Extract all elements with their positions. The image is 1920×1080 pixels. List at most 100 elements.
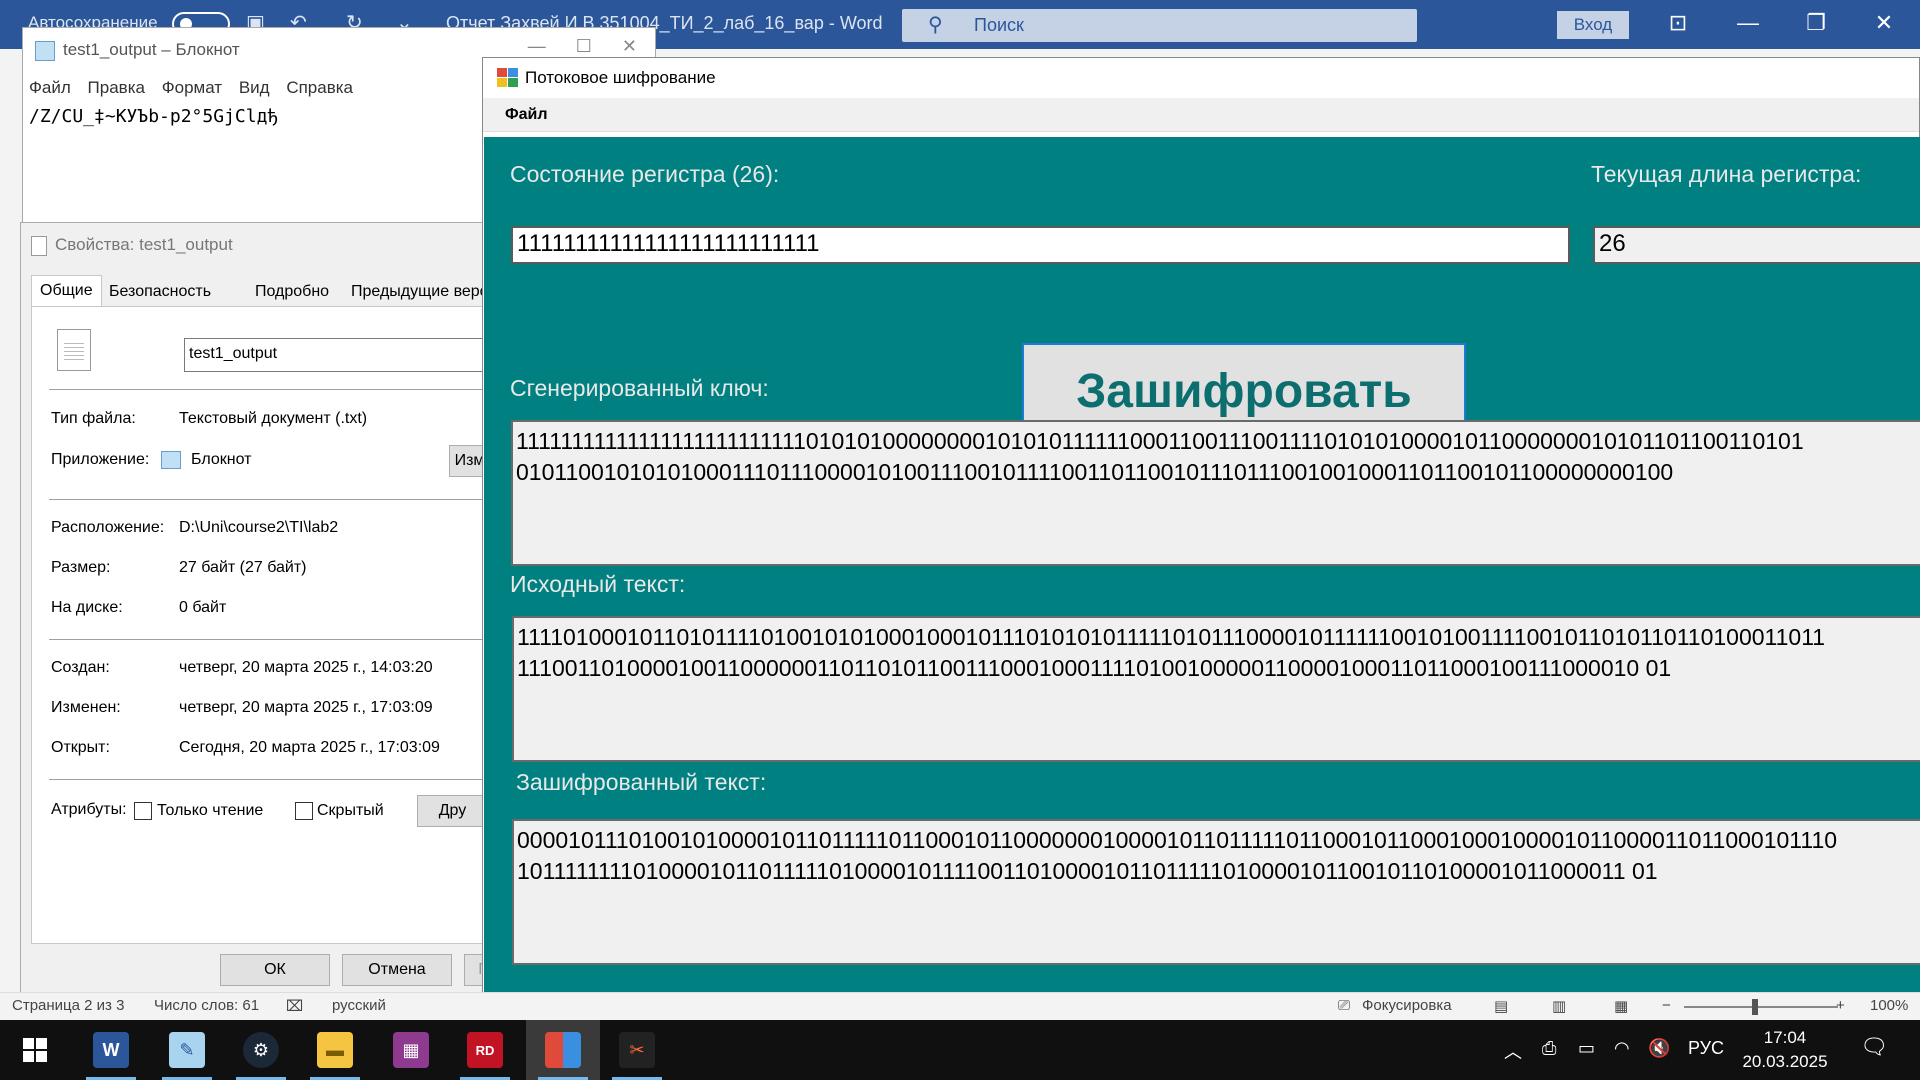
taskbar-snipping[interactable]: ✂ xyxy=(600,1020,674,1080)
zoom-slider-thumb[interactable] xyxy=(1752,999,1758,1015)
menu-file[interactable]: Файл xyxy=(29,78,71,97)
taskbar-explorer[interactable]: ▬ xyxy=(298,1020,372,1080)
app-icon xyxy=(497,68,519,88)
focus-icon[interactable]: ⎚ xyxy=(1338,997,1350,1014)
created-value: четверг, 20 марта 2025 г., 14:03:20 xyxy=(179,659,433,676)
source-label: Исходный текст: xyxy=(510,571,686,597)
source-line-1: 1111010001011010111101001010100010001011… xyxy=(517,624,1826,650)
ribbon-display-icon[interactable]: ⊡ xyxy=(1658,10,1698,36)
close-icon[interactable]: ✕ xyxy=(622,36,637,56)
minimize-icon[interactable]: — xyxy=(528,36,546,56)
notifications-icon[interactable]: 🗨 xyxy=(1860,1034,1888,1060)
notepad-icon xyxy=(35,40,55,61)
encrypted-line-2: 1011111111010000101101111101000010111100… xyxy=(517,858,1658,884)
tab-details[interactable]: Подробно xyxy=(247,277,337,307)
restore-icon[interactable]: ❐ xyxy=(1796,10,1836,36)
search-box[interactable]: ⚲ Поиск xyxy=(902,9,1417,42)
modified-label: Изменен: xyxy=(51,699,121,716)
battery-icon[interactable]: ▭ xyxy=(1578,1038,1595,1059)
encrypted-label: Зашифрованный текст: xyxy=(516,769,767,795)
taskbar-winrar[interactable]: ▦ xyxy=(374,1020,448,1080)
key-line-2: 0101100101010100011101110000101001110010… xyxy=(516,459,1674,485)
web-layout-icon[interactable]: ▦ xyxy=(1614,997,1628,1015)
close-icon[interactable]: ✕ xyxy=(1864,10,1904,36)
key-textarea[interactable]: 1111111111111111111111111101010100000000… xyxy=(511,420,1920,566)
notepad-app-icon xyxy=(161,451,181,469)
proofing-icon[interactable]: ⌧ xyxy=(286,997,303,1015)
disk-size-value: 0 байт xyxy=(179,599,227,616)
hidden-checkbox[interactable] xyxy=(295,802,313,820)
key-label: Сгенерированный ключ: xyxy=(510,375,769,401)
taskbar-stream-cipher[interactable] xyxy=(526,1020,600,1080)
start-button[interactable] xyxy=(0,1020,70,1080)
minimize-icon[interactable]: — xyxy=(1728,10,1768,36)
source-textarea[interactable]: 1111010001011010111101001010100010001011… xyxy=(512,616,1920,762)
input-language[interactable]: РУС xyxy=(1688,1038,1724,1059)
volume-muted-icon[interactable]: 🔇 xyxy=(1648,1038,1670,1059)
read-mode-icon[interactable]: ▤ xyxy=(1494,997,1508,1015)
search-placeholder: Поиск xyxy=(974,15,1024,35)
stream-cipher-app-icon xyxy=(545,1032,581,1068)
key-line-1: 1111111111111111111111111101010100000000… xyxy=(516,428,1804,454)
readonly-checkbox[interactable] xyxy=(134,802,152,820)
winrar-icon: ▦ xyxy=(393,1032,429,1068)
taskbar-word[interactable]: W xyxy=(74,1020,148,1080)
stream-cipher-window: Потоковое шифрование Файл Состояние реги… xyxy=(482,57,1920,995)
properties-title: Свойства: test1_output xyxy=(31,235,233,256)
zoom-in-icon[interactable]: + xyxy=(1836,997,1845,1014)
taskbar: W ✎ ⚙ ▬ ▦ RD ✂ ︿ ⎙ ▭ ◠ 🔇 РУС 17:04 20.03… xyxy=(0,1020,1920,1080)
wifi-icon[interactable]: ◠ xyxy=(1614,1038,1630,1059)
attributes-label: Атрибуты: xyxy=(51,801,127,818)
clock-time: 17:04 xyxy=(1763,1028,1807,1047)
word-count[interactable]: Число слов: 61 xyxy=(154,997,259,1014)
menu-help[interactable]: Справка xyxy=(286,78,353,97)
menu-format[interactable]: Формат xyxy=(162,78,222,97)
zoom-out-icon[interactable]: − xyxy=(1662,997,1671,1014)
properties-title-text: Свойства: test1_output xyxy=(55,235,233,254)
ok-button[interactable]: ОК xyxy=(220,954,330,986)
created-label: Создан: xyxy=(51,659,110,676)
register-length-field: 26 xyxy=(1593,226,1920,264)
language-indicator[interactable]: русский xyxy=(332,997,386,1014)
tab-security[interactable]: Безопасность xyxy=(101,277,219,307)
cancel-button[interactable]: Отмена xyxy=(342,954,452,986)
page-indicator[interactable]: Страница 2 из 3 xyxy=(12,997,124,1014)
focus-mode[interactable]: Фокусировка xyxy=(1362,997,1452,1014)
maximize-icon[interactable]: ☐ xyxy=(576,36,592,56)
other-attributes-button[interactable]: Дру xyxy=(417,795,487,827)
menu-edit[interactable]: Правка xyxy=(88,78,145,97)
type-value: Текстовый документ (.txt) xyxy=(179,410,368,427)
notepad-window-buttons: — ☐ ✕ xyxy=(528,36,637,57)
cipher-body: Состояние регистра (26): Текущая длина р… xyxy=(484,137,1920,995)
menu-view[interactable]: Вид xyxy=(239,78,270,97)
modified-value: четверг, 20 марта 2025 г., 17:03:09 xyxy=(179,699,433,716)
menu-file[interactable]: Файл xyxy=(505,106,548,124)
search-icon: ⚲ xyxy=(928,14,943,36)
word-status-bar: Страница 2 из 3 Число слов: 61 ⌧ русский… xyxy=(0,992,1920,1020)
location-label: Расположение: xyxy=(51,519,165,536)
encrypted-line-1: 0000101110100101000010110111110110001011… xyxy=(517,827,1838,853)
taskbar-rider[interactable]: RD xyxy=(448,1020,522,1080)
app-value: Блокнот xyxy=(161,451,251,469)
taskbar-notepad[interactable]: ✎ xyxy=(150,1020,224,1080)
type-label: Тип файла: xyxy=(51,410,136,427)
encrypted-textarea[interactable]: 0000101110100101000010110111110110001011… xyxy=(512,819,1920,965)
source-line-2: 1110011010000100110000001101101011001110… xyxy=(517,655,1672,681)
chevron-up-icon[interactable]: ︿ xyxy=(1504,1038,1522,1064)
zoom-slider[interactable] xyxy=(1684,1006,1838,1008)
register-label: Состояние регистра (26): xyxy=(510,161,780,187)
login-button[interactable]: Вход xyxy=(1557,11,1629,39)
size-label: Размер: xyxy=(51,559,111,576)
taskbar-steam[interactable]: ⚙ xyxy=(224,1020,298,1080)
print-layout-icon[interactable]: ▥ xyxy=(1552,997,1566,1015)
tab-general[interactable]: Общие xyxy=(31,275,102,307)
notepad-content[interactable]: /Z/CU_‡~KУЪb-p2°5GjClдђ xyxy=(29,106,278,127)
clock[interactable]: 17:04 20.03.2025 xyxy=(1738,1026,1832,1074)
zoom-level[interactable]: 100% xyxy=(1870,997,1908,1014)
folder-icon: ▬ xyxy=(317,1032,353,1068)
cipher-title: Потоковое шифрование xyxy=(525,68,716,87)
size-value: 27 байт (27 байт) xyxy=(179,559,307,576)
register-input[interactable]: 11111111111111111111111111 xyxy=(511,226,1570,264)
meet-now-icon[interactable]: ⎙ xyxy=(1542,1038,1556,1059)
notepad-icon: ✎ xyxy=(169,1032,205,1068)
